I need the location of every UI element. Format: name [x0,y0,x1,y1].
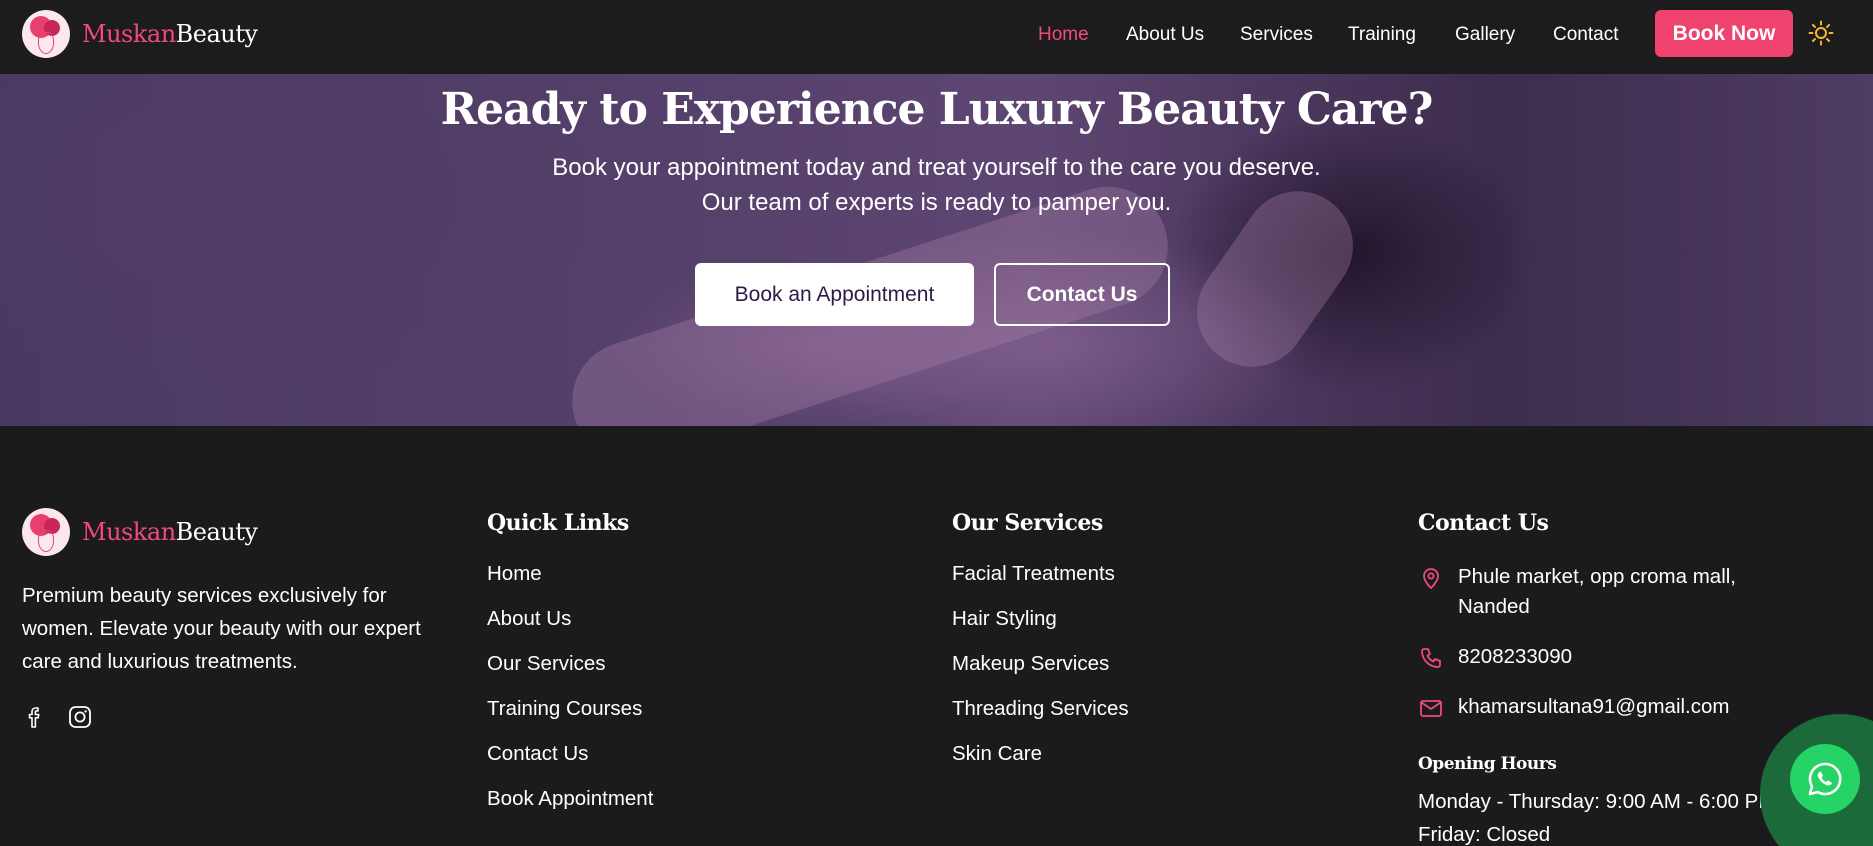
phone-icon [1421,648,1441,668]
footer-brand-name: MuskanBeauty [82,518,258,546]
sun-icon[interactable] [1808,20,1834,46]
address-line1: Phule market, opp croma mall, [1458,565,1737,588]
quick-link-about-us[interactable]: About Us [487,607,653,652]
contact-address: Phule market, opp croma mall, Nanded [1418,562,1736,622]
hero-title: Ready to Experience Luxury Beauty Care? [440,84,1434,135]
nav-about-us[interactable]: About Us [1126,24,1204,46]
brand-name-part1: Muskan [82,518,176,546]
nav-home[interactable]: Home [1038,24,1089,46]
footer-brand-logo[interactable]: MuskanBeauty [22,508,258,556]
brand-name-part2: Beauty [175,518,258,546]
footer-description: Premium beauty services exclusively for … [22,584,421,673]
brand-logo[interactable]: MuskanBeauty [22,10,258,58]
book-now-button[interactable]: Book Now [1655,10,1793,57]
email-address: khamarsultana91@gmail.com [1458,695,1730,718]
contact-email[interactable]: khamarsultana91@gmail.com [1418,692,1730,722]
service-link-hair-styling[interactable]: Hair Styling [952,607,1129,652]
brand-name: MuskanBeauty [82,20,258,48]
hours-friday: Friday: Closed [1418,823,1551,846]
quick-link-our-services[interactable]: Our Services [487,652,653,697]
footer: MuskanBeauty Premium beauty services exc… [0,426,1873,846]
phone-number: 8208233090 [1458,645,1573,668]
mail-icon [1420,700,1442,717]
quick-link-book-appointment[interactable]: Book Appointment [487,787,653,832]
contact-phone[interactable]: 8208233090 [1418,642,1572,672]
nav-training[interactable]: Training [1348,24,1416,46]
services-list: Facial Treatments Hair Styling Makeup Se… [952,562,1129,787]
quick-links-list: Home About Us Our Services Training Cour… [487,562,653,832]
address-line2: Nanded [1458,595,1530,618]
map-pin-icon [1423,568,1439,589]
quick-link-home[interactable]: Home [487,562,653,607]
instagram-icon[interactable] [67,704,93,730]
service-link-skin-care[interactable]: Skin Care [952,742,1129,787]
hero-subtitle-line2: Our team of experts is ready to pamper y… [701,189,1172,216]
hero-subtitle-line1: Book your appointment today and treat yo… [552,154,1321,181]
quick-link-training-courses[interactable]: Training Courses [487,697,653,742]
service-link-facial[interactable]: Facial Treatments [952,562,1129,607]
hours-weekdays: Monday - Thursday: 9:00 AM - 6:00 PM [1418,790,1776,813]
service-link-threading[interactable]: Threading Services [952,697,1129,742]
brand-name-part2: Beauty [175,20,258,48]
quick-links-title: Quick Links [487,510,629,536]
facebook-icon[interactable] [22,704,48,730]
opening-hours-title: Opening Hours [1418,754,1557,774]
our-services-title: Our Services [952,510,1103,536]
navbar: MuskanBeauty Home About Us Services Trai… [0,0,1873,74]
logo-icon [22,508,70,556]
logo-icon [22,10,70,58]
cta-hero-section: Ready to Experience Luxury Beauty Care? … [0,74,1873,426]
quick-link-contact-us[interactable]: Contact Us [487,742,653,787]
nav-gallery[interactable]: Gallery [1455,24,1515,46]
brand-name-part1: Muskan [82,20,176,48]
whatsapp-icon [1808,762,1842,796]
nav-contact[interactable]: Contact [1553,24,1618,46]
nav-services[interactable]: Services [1240,24,1313,46]
contact-us-button[interactable]: Contact Us [994,263,1170,326]
book-appointment-button[interactable]: Book an Appointment [695,263,974,326]
contact-us-title: Contact Us [1418,510,1549,536]
service-link-makeup[interactable]: Makeup Services [952,652,1129,697]
whatsapp-button[interactable] [1790,744,1860,814]
